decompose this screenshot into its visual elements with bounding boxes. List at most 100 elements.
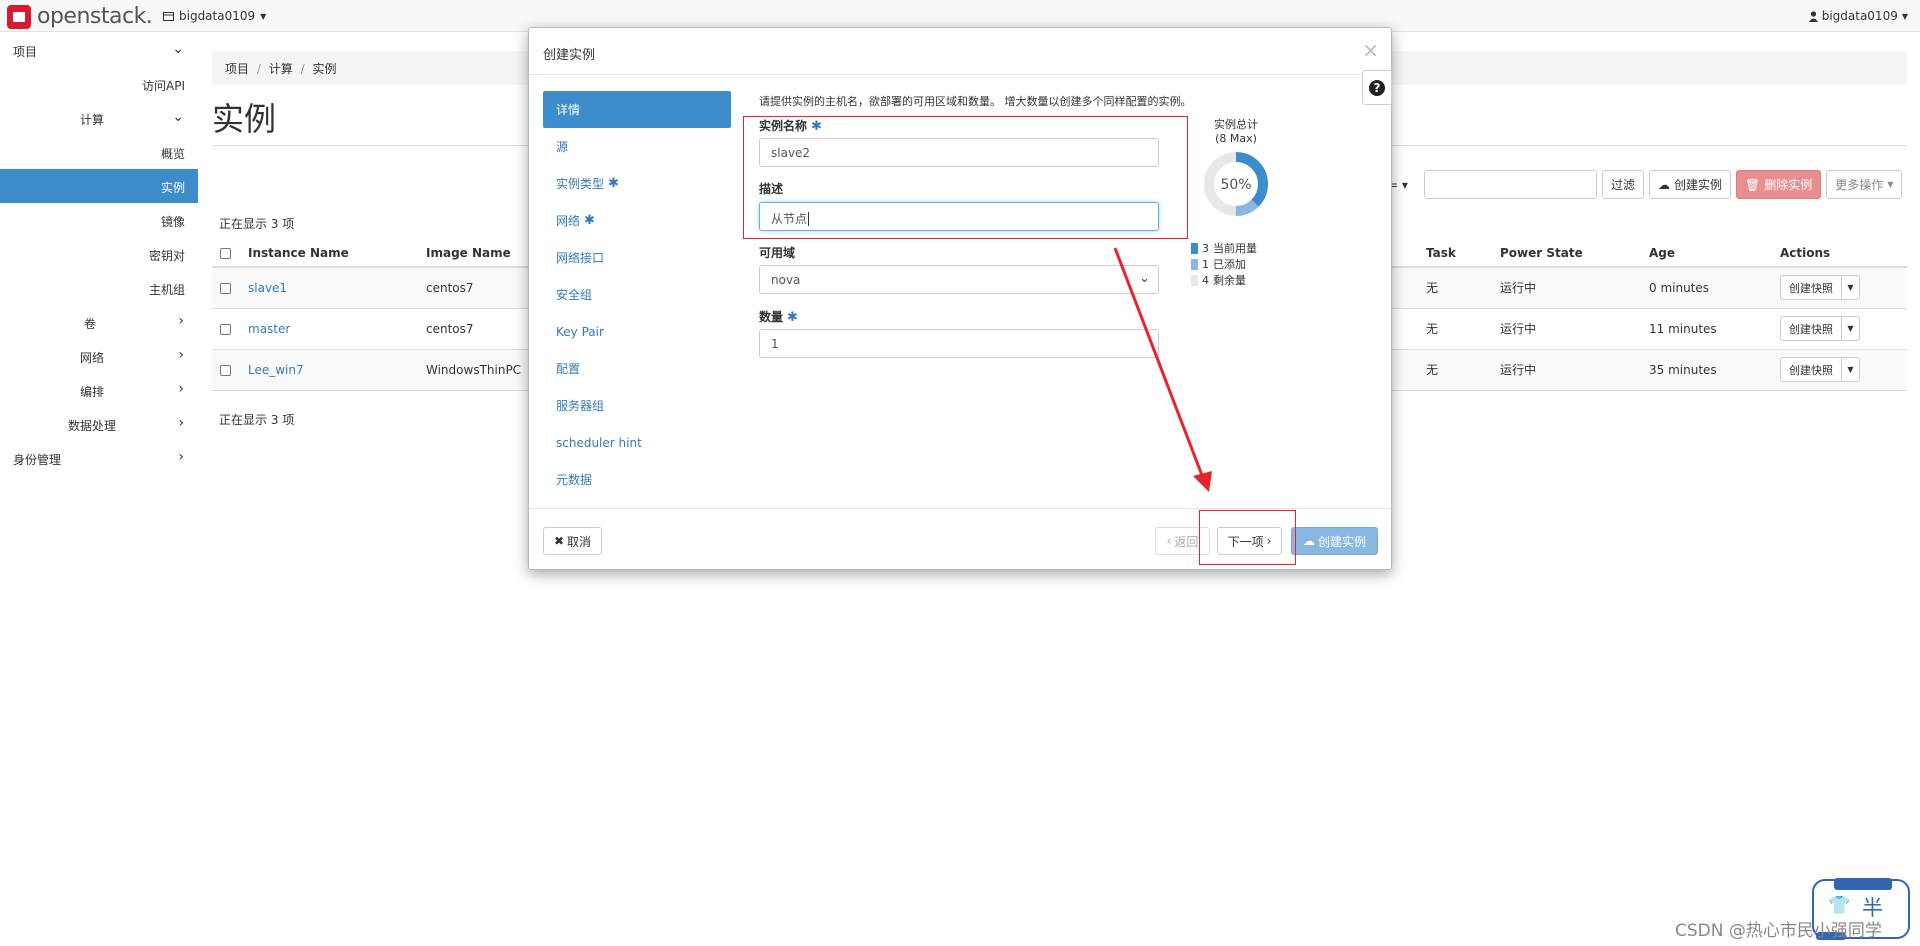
instance-name-link[interactable]: slave1 [248, 281, 287, 295]
breadcrumb-project[interactable]: 项目 [225, 62, 249, 76]
availability-zone-value: nova [771, 273, 801, 287]
project-icon [163, 11, 174, 21]
availability-zone-label: 可用域 [759, 246, 796, 260]
chevron-right-icon: › [178, 347, 184, 363]
legend-item-used: 3 当前用量 [1191, 240, 1257, 256]
brand-text: openstack. [37, 4, 153, 29]
power-state: 运行中 [1492, 308, 1641, 350]
col-header-age[interactable]: Age [1641, 239, 1772, 268]
sidebar-item-label: 主机组 [148, 283, 185, 297]
instance-name-link[interactable]: master [248, 322, 290, 336]
sidebar-item-identity[interactable]: 身份管理 › [0, 441, 198, 475]
sidebar-item-label: 编排 [80, 385, 105, 399]
step-key-pair[interactable]: Key Pair [543, 313, 731, 350]
modal-header: 创建实例 × [529, 28, 1391, 75]
sidebar-item-access-api[interactable]: 访问API [0, 67, 198, 101]
step-network-ports[interactable]: 网络接口 [543, 239, 731, 276]
filter-input[interactable] [1424, 170, 1597, 199]
step-metadata[interactable]: 元数据 [543, 461, 731, 498]
create-snapshot-button[interactable]: 创建快照 [1780, 275, 1842, 301]
legend-count: 3 [1202, 241, 1209, 255]
sidebar-item-keypairs[interactable]: 密钥对 [0, 237, 198, 271]
age: 0 minutes [1641, 267, 1772, 309]
step-label: 源 [556, 140, 569, 154]
quota-legend: 3 当前用量 1 已添加 4 剩余量 [1191, 240, 1257, 288]
launch-instance-button[interactable]: ☁ 创建实例 [1291, 527, 1378, 555]
sidebar-item-server-groups[interactable]: 主机组 [0, 271, 198, 305]
power-state: 运行中 [1492, 349, 1641, 391]
cancel-button[interactable]: ✖ 取消 [543, 527, 602, 555]
form-intro-text: 请提供实例的主机名，欲部署的可用区域和数量。 增大数量以创建多个同样配置的实例。 [759, 95, 1192, 108]
create-instance-modal: 创建实例 × ? 详情 源 实例类型 ✱ 网络 ✱ 网络接口 安全组 Key Pai… [528, 27, 1392, 570]
create-snapshot-button[interactable]: 创建快照 [1780, 316, 1842, 341]
sidebar-item-volumes[interactable]: 卷 › [0, 305, 198, 339]
launch-instance-label: 创建实例 [1317, 534, 1366, 549]
close-icon: ✖ [553, 534, 565, 548]
step-networks[interactable]: 网络 ✱ [543, 202, 731, 239]
row-checkbox[interactable] [212, 308, 240, 350]
step-flavor[interactable]: 实例类型 ✱ [543, 165, 731, 202]
sidebar-item-label: 实例 [160, 181, 185, 195]
sidebar-item-images[interactable]: 镜像 [0, 203, 198, 237]
sidebar-item-overview[interactable]: 概览 [0, 135, 198, 169]
row-actions-caret[interactable]: ▼ [1842, 357, 1860, 382]
sidebar-item-orchestration[interactable]: 编排 › [0, 373, 198, 407]
sidebar-item-project[interactable]: 项目 ⌄ [0, 33, 198, 67]
col-header-task[interactable]: Task [1418, 239, 1492, 268]
chevron-down-icon: ⌄ [172, 41, 184, 57]
user-menu[interactable]: bigdata0109 ▼ [1808, 9, 1908, 23]
row-actions-caret[interactable]: ▼ [1842, 316, 1860, 341]
step-security-groups[interactable]: 安全组 [543, 276, 731, 313]
help-button[interactable]: ? [1362, 70, 1392, 105]
trash-icon: 🗑 [1745, 177, 1761, 192]
sidebar-item-label: 网络 [80, 351, 105, 365]
legend-item-added: 1 已添加 [1191, 256, 1257, 272]
required-asterisk-icon: ✱ [608, 176, 619, 191]
instance-name-link[interactable]: Lee_win7 [248, 363, 304, 377]
step-details[interactable]: 详情 [543, 91, 731, 128]
sidebar-item-instances[interactable]: 实例 [0, 169, 198, 203]
filter-button[interactable]: 过滤 [1602, 170, 1645, 199]
back-label: 返回 [1174, 534, 1199, 549]
row-checkbox[interactable] [212, 349, 240, 391]
close-icon[interactable]: × [1362, 38, 1379, 62]
row-checkbox[interactable] [212, 267, 240, 309]
age: 11 minutes [1641, 308, 1772, 350]
sidebar-item-compute[interactable]: 计算 ⌄ [0, 101, 198, 135]
quota-max: (8 Max) [1215, 132, 1257, 145]
required-asterisk-icon: ✱ [584, 213, 595, 228]
create-snapshot-button[interactable]: 创建快照 [1780, 357, 1842, 382]
breadcrumb-instances: 实例 [312, 62, 337, 76]
legend-swatch [1191, 274, 1198, 286]
openstack-logo[interactable]: openstack. [7, 4, 153, 29]
count-input[interactable]: 1 [759, 329, 1159, 358]
modal-title: 创建实例 [543, 48, 596, 63]
breadcrumb-compute[interactable]: 计算 [269, 62, 293, 76]
step-scheduler-hint[interactable]: scheduler hint [543, 424, 731, 461]
availability-zone-select[interactable]: nova ⌄ [759, 265, 1159, 294]
col-header-instance-name[interactable]: Instance Name [240, 239, 418, 268]
select-all-checkbox[interactable] [212, 239, 240, 268]
step-source[interactable]: 源 [543, 128, 731, 165]
sidebar-item-data-processing[interactable]: 数据处理 › [0, 407, 198, 441]
step-label: scheduler hint [556, 435, 642, 450]
more-actions-button[interactable]: 更多操作 ▼ [1826, 170, 1903, 199]
step-configuration[interactable]: 配置 [543, 350, 731, 387]
quota-donut-chart: 50% [1204, 152, 1268, 216]
legend-label: 已添加 [1213, 258, 1246, 271]
sidebar-item-label: 访问API [142, 79, 185, 93]
quota-title: 实例总计 [1214, 118, 1258, 131]
annotation-box-next [1199, 510, 1296, 565]
question-icon: ? [1369, 79, 1385, 96]
breadcrumb-separator: / [256, 62, 261, 76]
row-actions-caret[interactable]: ▼ [1842, 275, 1860, 301]
step-label: 实例类型 [556, 177, 605, 191]
col-header-power-state[interactable]: Power State [1492, 239, 1641, 268]
delete-instances-button[interactable]: 🗑 删除实例 [1736, 170, 1822, 199]
sidebar-item-label: 概览 [160, 147, 185, 161]
sidebar-item-label: 身份管理 [13, 453, 62, 467]
step-server-groups[interactable]: 服务器组 [543, 387, 731, 424]
create-instance-button[interactable]: ☁ 创建实例 [1649, 170, 1732, 199]
project-selector[interactable]: bigdata0109 ▼ [163, 9, 266, 23]
sidebar-item-network[interactable]: 网络 › [0, 339, 198, 373]
